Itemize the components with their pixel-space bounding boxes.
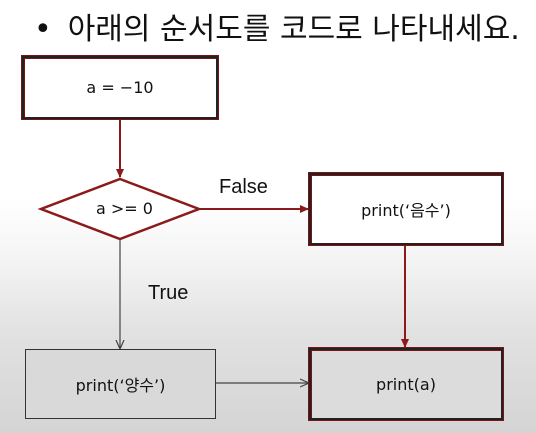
condition-label: a >= 0 — [96, 199, 153, 218]
true-edge-label: True — [148, 282, 189, 304]
end-box-label: print(a) — [376, 374, 436, 394]
start-box: a = −10 — [22, 56, 218, 119]
false-branch-label: print(‘음수’) — [361, 201, 451, 220]
start-box-label: a = −10 — [86, 78, 154, 97]
false-edge-label: False — [219, 176, 268, 198]
false-branch-box: print(‘음수’) — [309, 173, 503, 245]
true-branch-box: print(‘양수’) — [25, 349, 216, 419]
end-box: print(a) — [309, 348, 503, 420]
true-branch-label: print(‘양수’) — [75, 376, 166, 395]
